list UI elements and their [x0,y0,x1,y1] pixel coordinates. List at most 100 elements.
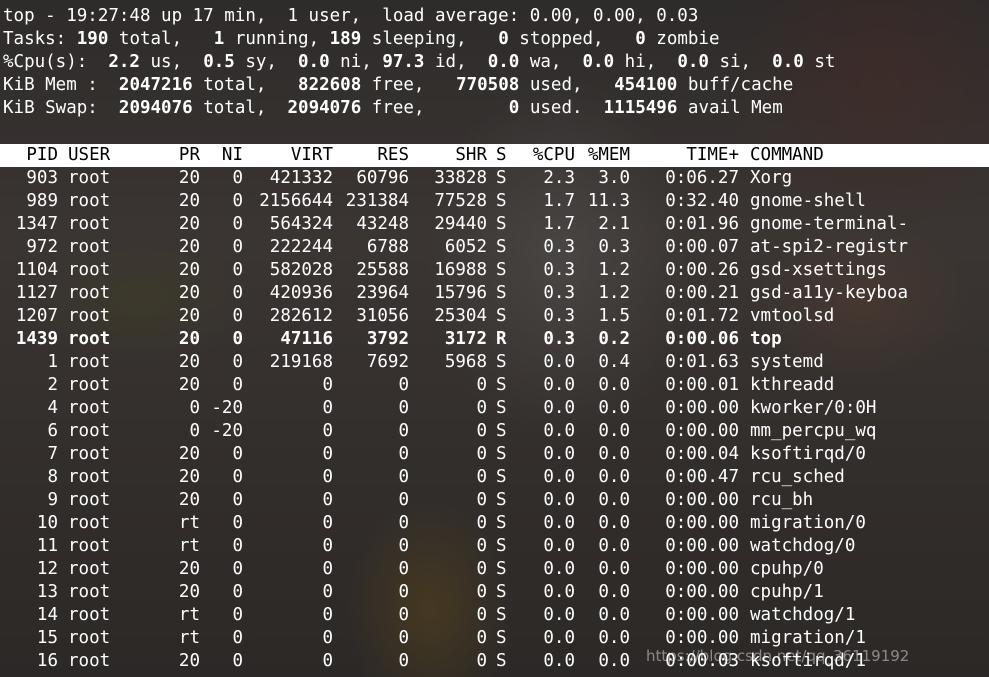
mem-line: KiB Mem : 2047216 total, 822608 free, 77… [3,74,793,97]
cell-ni: 0 [232,283,243,303]
column-header-pid[interactable]: PID [0,144,58,167]
cell-user: root [68,398,111,418]
column-header-cpu[interactable]: %CPU [520,144,575,167]
column-header-time[interactable]: TIME+ [640,144,739,167]
cell-pid: 989 [26,191,58,211]
process-row[interactable]: 903 root 20 0 421332 60796 33828 S 2.3 3.0 0:06.27… [0,167,989,190]
mem-free: 822608 [298,75,362,95]
uptime-line: top - 19:27:48 up 17 min, 1 user, load a… [3,6,699,26]
process-row[interactable]: 1104 root 20 0 582028 25588 16988 S 0.3 1.2 0:00.2… [0,259,989,282]
column-header-mem[interactable]: %MEM [580,144,630,167]
cell-state: S [496,651,507,671]
cell-virt: 0 [322,582,333,602]
column-header-user[interactable]: USER [68,144,148,167]
cell-shr: 0 [476,628,487,648]
cell-pid: 10 [36,513,58,533]
cell-mem: 0.0 [598,421,630,441]
cell-shr: 0 [476,421,487,441]
cell-virt: 0 [322,605,333,625]
cell-state: S [496,513,507,533]
cell-shr: 77528 [434,191,487,211]
cell-user: root [68,260,111,280]
cell-shr: 15796 [434,283,487,303]
cell-user: root [68,329,111,349]
cell-user: root [68,536,111,556]
cell-res: 0 [398,559,409,579]
cell-virt: 0 [322,398,333,418]
process-row[interactable]: 1207 root 20 0 282612 31056 25304 S 0.3 1.5 0:01.7… [0,305,989,328]
column-header-virt[interactable]: VIRT [250,144,333,167]
column-header-state[interactable]: S [496,144,512,167]
process-row[interactable]: 2 root 20 0 0 0 0 S 0.0 0.0 0:00.01 kthreadd [0,374,989,397]
process-row[interactable]: 1439 root 20 0 47116 3792 3172 R 0.3 0.2 0:00.06 to… [0,328,989,351]
mem-used-label: used, [519,75,615,95]
cell-virt: 0 [322,444,333,464]
terminal-window[interactable]: top - 19:27:48 up 17 min, 1 user, load a… [0,0,989,677]
cell-ni: 0 [232,375,243,395]
process-row[interactable]: 12 root 20 0 0 0 0 S 0.0 0.0 0:00.00 cpuhp/0 [0,558,989,581]
cell-virt: 0 [322,559,333,579]
swap-total-label: total, [192,98,288,118]
process-row[interactable]: 1127 root 20 0 420936 23964 15796 S 0.3 1.2 0:00.2… [0,282,989,305]
cell-state: S [496,398,507,418]
process-row[interactable]: 4 root 0 -20 0 0 0 S 0.0 0.0 0:00.00 kworker/0:0H [0,397,989,420]
cell-pid: 13 [36,582,58,602]
cell-mem: 3.0 [598,168,630,188]
cell-pid: 2 [47,375,58,395]
cell-state: S [496,490,507,510]
cell-command: gsd-a11y-keyboa [750,283,909,303]
process-row[interactable]: 10 root rt 0 0 0 0 S 0.0 0.0 0:00.00 migration/0 [0,512,989,535]
process-row[interactable]: 1 root 20 0 219168 7692 5968 S 0.0 0.4 0:01.63 syst… [0,351,989,374]
mem-free-label: free, [361,75,457,95]
cell-user: root [68,605,111,625]
cell-ni: 0 [232,260,243,280]
cell-command: systemd [750,352,824,372]
cpu-us: 2.2 [108,52,140,72]
cell-state: S [496,467,507,487]
cell-command: at-spi2-registr [750,237,909,257]
cell-mem: 0.0 [598,444,630,464]
cell-user: root [68,352,111,372]
cell-state: S [496,191,507,211]
cell-cpu: 0.0 [543,559,575,579]
cell-pr: 20 [178,490,200,510]
cell-pid: 903 [26,168,58,188]
cell-cpu: 0.0 [543,628,575,648]
cpu-hi: 0.0 [582,52,615,72]
cell-time: 0:06.27 [665,168,739,188]
process-row[interactable]: 13 root 20 0 0 0 0 S 0.0 0.0 0:00.00 cpuhp/1 [0,581,989,604]
column-header-ni[interactable]: NI [205,144,243,167]
cell-ni: 0 [232,329,243,349]
process-row[interactable]: 14 root rt 0 0 0 0 S 0.0 0.0 0:00.00 watchdog/1 [0,604,989,627]
column-header-command[interactable]: COMMAND [750,144,950,167]
cell-state: S [496,582,507,602]
cell-cpu: 0.0 [543,398,575,418]
process-row[interactable]: 9 root 20 0 0 0 0 S 0.0 0.0 0:00.00 rcu_bh [0,489,989,512]
process-row[interactable]: 7 root 20 0 0 0 0 S 0.0 0.0 0:00.04 ksoftirqd/0 [0,443,989,466]
cell-mem: 0.2 [598,329,630,349]
cell-user: root [68,628,111,648]
column-header-pr[interactable]: PR [160,144,200,167]
column-header-res[interactable]: RES [340,144,409,167]
process-row[interactable]: 6 root 0 -20 0 0 0 S 0.0 0.0 0:00.00 mm_percpu_wq [0,420,989,443]
cell-pr: 20 [178,237,200,257]
cell-user: root [68,214,111,234]
cell-state: S [496,306,507,326]
process-row[interactable]: 972 root 20 0 222244 6788 6052 S 0.3 0.3 0:00.07 at… [0,236,989,259]
process-row[interactable]: 1347 root 20 0 564324 43248 29440 S 1.7 2.1 0:01.9… [0,213,989,236]
cell-pr: 20 [178,214,200,234]
cpu-line: %Cpu(s): 2.2 us, 0.5 sy, 0.0 ni, 97.3 id… [3,51,835,74]
cell-command: rcu_bh [750,490,814,510]
cell-mem: 0.0 [598,375,630,395]
cell-shr: 0 [476,559,487,579]
cell-cpu: 0.0 [543,651,575,671]
column-header-shr[interactable]: SHR [420,144,487,167]
cell-cpu: 0.0 [543,352,575,372]
process-row[interactable]: 11 root rt 0 0 0 0 S 0.0 0.0 0:00.00 watchdog/0 [0,535,989,558]
process-row[interactable]: 989 root 20 0 2156644 231384 77528 S 1.7 11.3 0:32… [0,190,989,213]
cell-command: cpuhp/1 [750,582,824,602]
process-row[interactable]: 8 root 20 0 0 0 0 S 0.0 0.0 0:00.47 rcu_sched [0,466,989,489]
cell-pid: 1439 [15,329,58,349]
cell-res: 0 [398,651,409,671]
swap-prefix: KiB Swap: [3,98,119,118]
